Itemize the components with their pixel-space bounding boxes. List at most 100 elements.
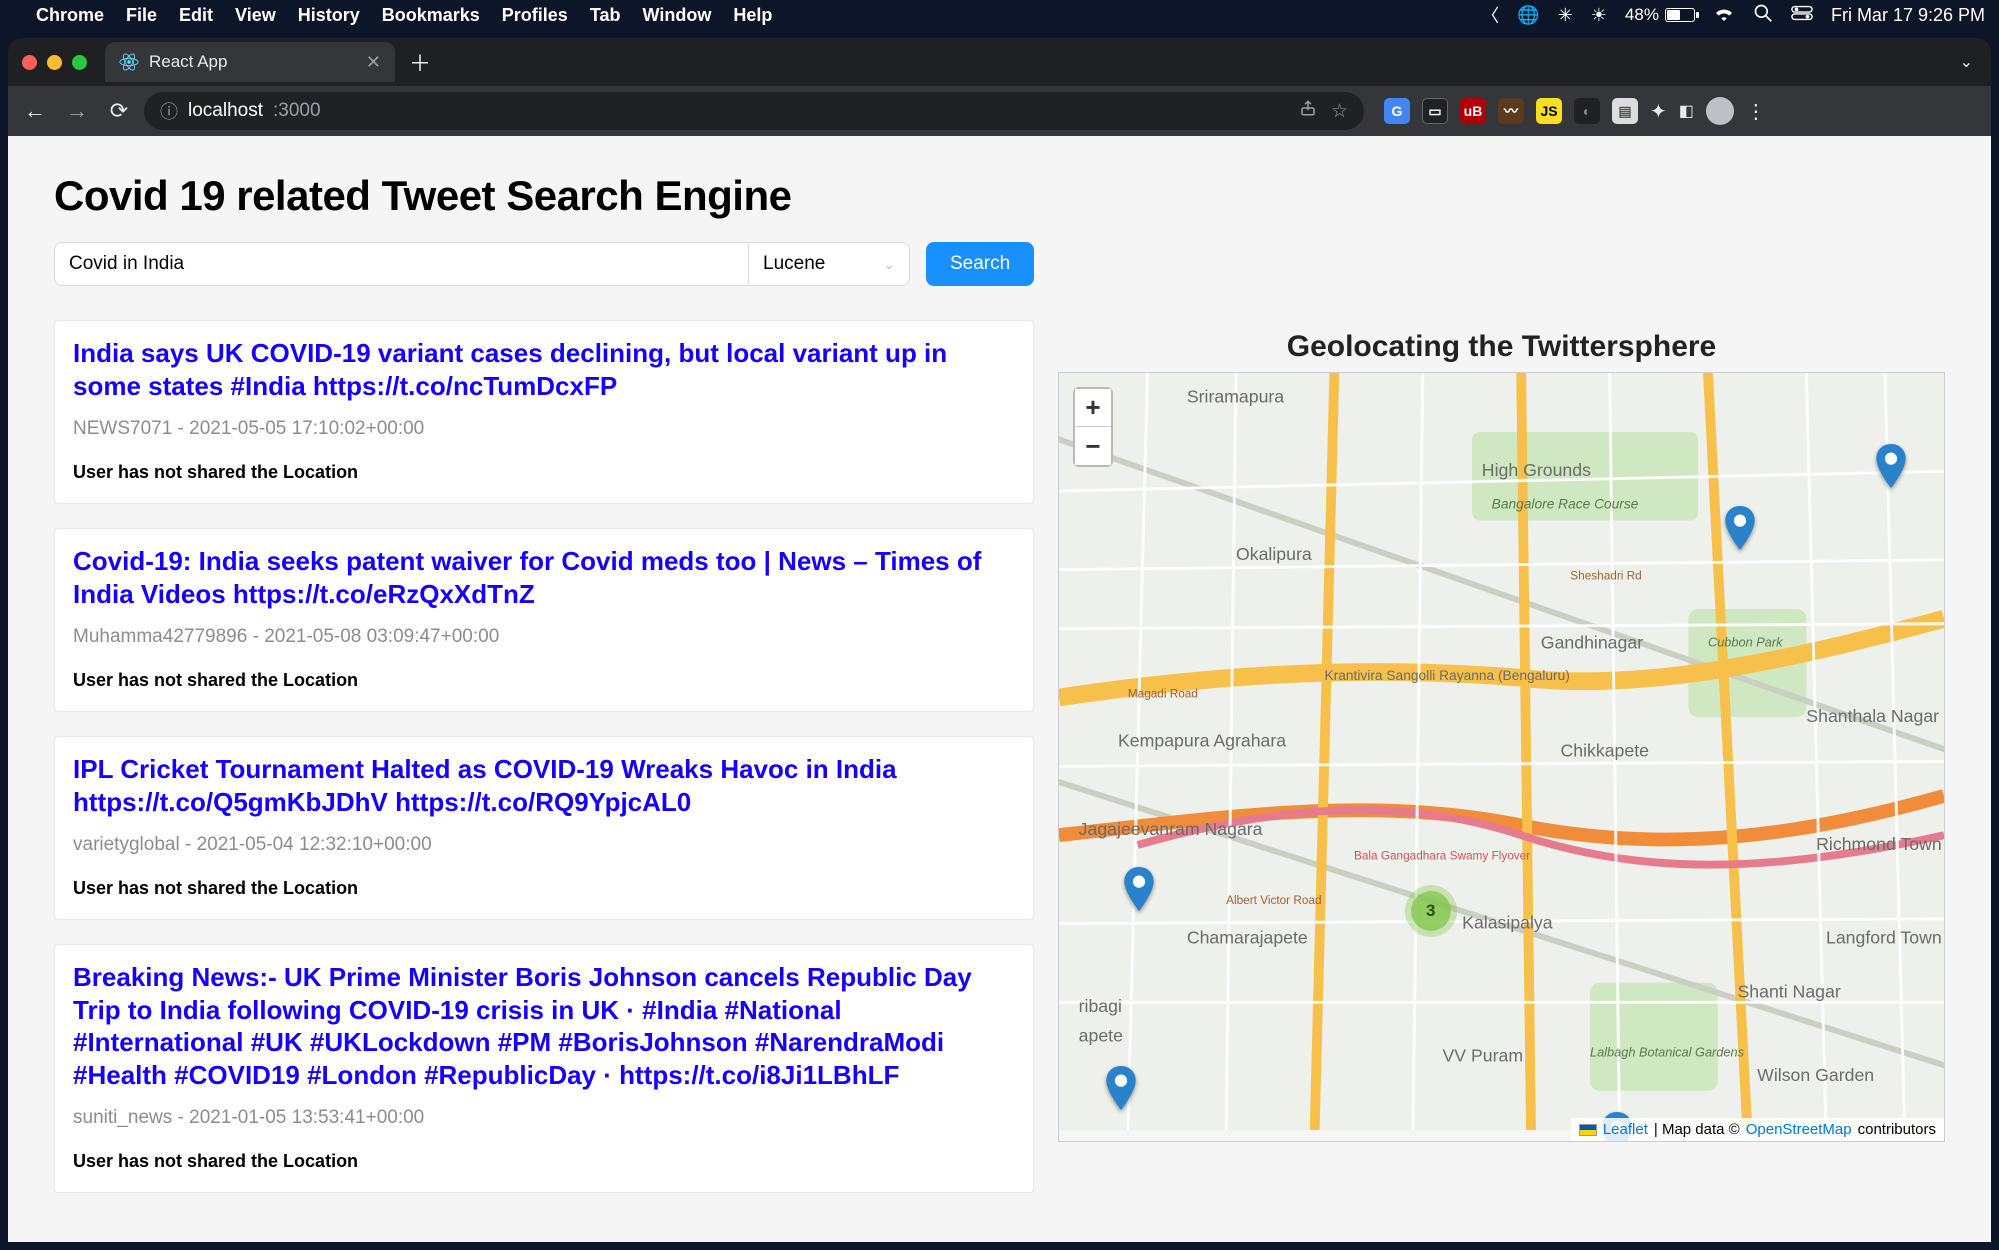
menubar-item-file[interactable]: File <box>126 5 157 26</box>
svg-text:VV Puram: VV Puram <box>1442 1045 1523 1065</box>
svg-text:apete: apete <box>1079 1026 1123 1046</box>
result-location: User has not shared the Location <box>73 462 1015 483</box>
menubar-item-bookmarks[interactable]: Bookmarks <box>382 5 480 26</box>
map-zoom-control: + − <box>1073 387 1113 467</box>
svg-text:Shanthala Nagar: Shanthala Nagar <box>1806 706 1939 726</box>
zoom-in-button[interactable]: + <box>1075 389 1111 427</box>
site-info-icon[interactable]: ⓘ <box>160 98 178 124</box>
extension-js[interactable]: JS <box>1536 98 1562 124</box>
wifi-icon[interactable] <box>1713 5 1735 26</box>
globe-icon[interactable]: 🌐 <box>1517 5 1539 26</box>
ukraine-flag-icon <box>1579 1124 1597 1136</box>
attribution-tail: contributors <box>1858 1121 1936 1138</box>
leaflet-map[interactable]: Sriramapura High Grounds Bangalore Race … <box>1058 372 1945 1142</box>
page-title: Covid 19 related Tweet Search Engine <box>54 172 1945 220</box>
back-nav-icon[interactable]: 〈 <box>1481 2 1499 28</box>
menubar-item-profiles[interactable]: Profiles <box>502 5 568 26</box>
svg-text:Chamarajapete: Chamarajapete <box>1187 927 1308 947</box>
menubar-item-edit[interactable]: Edit <box>179 5 213 26</box>
result-location: User has not shared the Location <box>73 1151 1015 1172</box>
search-button[interactable]: Search <box>926 242 1034 286</box>
engine-select[interactable]: Lucene ⌄ <box>748 242 910 286</box>
result-card: IPL Cricket Tournament Halted as COVID-1… <box>54 736 1034 920</box>
window-close-button[interactable] <box>22 55 37 70</box>
address-bar[interactable]: ⓘ localhost :3000 ☆ <box>144 92 1364 130</box>
result-location: User has not shared the Location <box>73 878 1015 899</box>
svg-text:Lalbagh Botanical Gardens: Lalbagh Botanical Gardens <box>1590 1044 1745 1059</box>
extension-note[interactable]: ▤ <box>1612 98 1638 124</box>
svg-text:Langford Town: Langford Town <box>1826 927 1942 947</box>
result-title[interactable]: Covid-19: India seeks patent waiver for … <box>73 545 1015 610</box>
result-title[interactable]: Breaking News:- UK Prime Minister Boris … <box>73 961 1015 1091</box>
browser-tab[interactable]: React App ✕ <box>105 42 395 82</box>
result-meta: NEWS7071 - 2021-05-05 17:10:02+00:00 <box>73 418 1015 440</box>
extension-ublock[interactable]: uB <box>1460 98 1486 124</box>
spotlight-icon[interactable] <box>1753 3 1773 28</box>
map-marker[interactable] <box>1876 444 1906 488</box>
extension-dark[interactable]: ◐ <box>1574 98 1600 124</box>
svg-text:Magadi Road: Magadi Road <box>1128 687 1198 700</box>
svg-text:ribagi: ribagi <box>1079 996 1122 1016</box>
result-title[interactable]: India says UK COVID-19 variant cases dec… <box>73 337 1015 402</box>
svg-text:Chikkapete: Chikkapete <box>1560 740 1649 760</box>
map-column: Geolocating the Twittersphere <box>1058 320 1945 1142</box>
menubar-datetime[interactable]: Fri Mar 17 9:26 PM <box>1831 5 1985 26</box>
new-tab-button[interactable]: ＋ <box>409 46 431 78</box>
svg-text:Gandhinagar: Gandhinagar <box>1541 632 1643 652</box>
map-marker[interactable] <box>1725 506 1755 550</box>
extension-wave[interactable]: 〰 <box>1498 98 1524 124</box>
battery-status[interactable]: 48% <box>1625 5 1695 25</box>
svg-text:Albert Victor Road: Albert Victor Road <box>1226 894 1321 907</box>
menubar-item-help[interactable]: Help <box>733 5 772 26</box>
extension-pip[interactable]: ▭ <box>1422 98 1448 124</box>
svg-text:Sriramapura: Sriramapura <box>1187 386 1284 406</box>
control-center-icon[interactable] <box>1791 5 1813 26</box>
svg-text:Sheshadri Rd: Sheshadri Rd <box>1570 569 1641 582</box>
window-minimize-button[interactable] <box>47 55 62 70</box>
nav-back-button[interactable]: ← <box>18 94 52 128</box>
tabs-dropdown-icon[interactable]: ⌄ <box>1960 52 1973 72</box>
macos-menubar: Chrome File Edit View History Bookmarks … <box>0 0 1999 30</box>
map-cluster[interactable]: 3 <box>1411 891 1451 931</box>
result-title[interactable]: IPL Cricket Tournament Halted as COVID-1… <box>73 753 1015 818</box>
osm-link[interactable]: OpenStreetMap <box>1746 1121 1852 1138</box>
result-card: India says UK COVID-19 variant cases dec… <box>54 320 1034 504</box>
address-port: :3000 <box>273 100 321 122</box>
bluetooth-icon[interactable]: ✳ <box>1558 5 1573 26</box>
nav-reload-button[interactable]: ⟳ <box>102 94 136 128</box>
extension-bar: G ▭ uB 〰 JS ◐ ▤ ✦ ◧ ⋮ <box>1384 97 1768 125</box>
result-meta: Muhamma42779896 - 2021-05-08 03:09:47+00… <box>73 626 1015 648</box>
menubar-item-history[interactable]: History <box>298 5 360 26</box>
menubar-item-window[interactable]: Window <box>643 5 712 26</box>
engine-select-value: Lucene <box>763 253 825 275</box>
zoom-out-button[interactable]: − <box>1075 427 1111 465</box>
menubar-app-name[interactable]: Chrome <box>36 5 104 26</box>
svg-text:Okalipura: Okalipura <box>1236 544 1312 564</box>
svg-text:Shanti Nagar: Shanti Nagar <box>1737 981 1840 1001</box>
profile-avatar[interactable] <box>1706 97 1734 125</box>
svg-text:Cubbon Park: Cubbon Park <box>1708 634 1783 649</box>
map-marker[interactable] <box>1124 867 1154 911</box>
map-marker[interactable] <box>1106 1066 1136 1110</box>
share-icon[interactable] <box>1299 99 1317 123</box>
search-input[interactable] <box>54 242 748 286</box>
bookmark-star-icon[interactable]: ☆ <box>1331 100 1348 123</box>
chevron-down-icon: ⌄ <box>883 256 895 273</box>
result-location: User has not shared the Location <box>73 670 1015 691</box>
svg-text:High Grounds: High Grounds <box>1482 460 1591 480</box>
chrome-menu-icon[interactable]: ⋮ <box>1746 99 1768 124</box>
map-attribution: Leaflet | Map data © OpenStreetMap contr… <box>1571 1118 1944 1141</box>
leaflet-link[interactable]: Leaflet <box>1603 1121 1648 1138</box>
result-card: Covid-19: India seeks patent waiver for … <box>54 528 1034 712</box>
address-host: localhost <box>188 100 263 122</box>
sidepanel-icon[interactable]: ◧ <box>1679 101 1694 121</box>
window-fullscreen-button[interactable] <box>72 55 87 70</box>
menubar-item-tab[interactable]: Tab <box>590 5 621 26</box>
extension-google[interactable]: G <box>1384 98 1410 124</box>
tab-close-icon[interactable]: ✕ <box>366 52 381 73</box>
extensions-menu-icon[interactable]: ✦ <box>1650 99 1667 124</box>
brightness-icon[interactable]: ☀ <box>1591 5 1607 26</box>
menubar-item-view[interactable]: View <box>235 5 276 26</box>
nav-forward-button[interactable]: → <box>60 94 94 128</box>
results-list: India says UK COVID-19 variant cases dec… <box>54 320 1034 1193</box>
